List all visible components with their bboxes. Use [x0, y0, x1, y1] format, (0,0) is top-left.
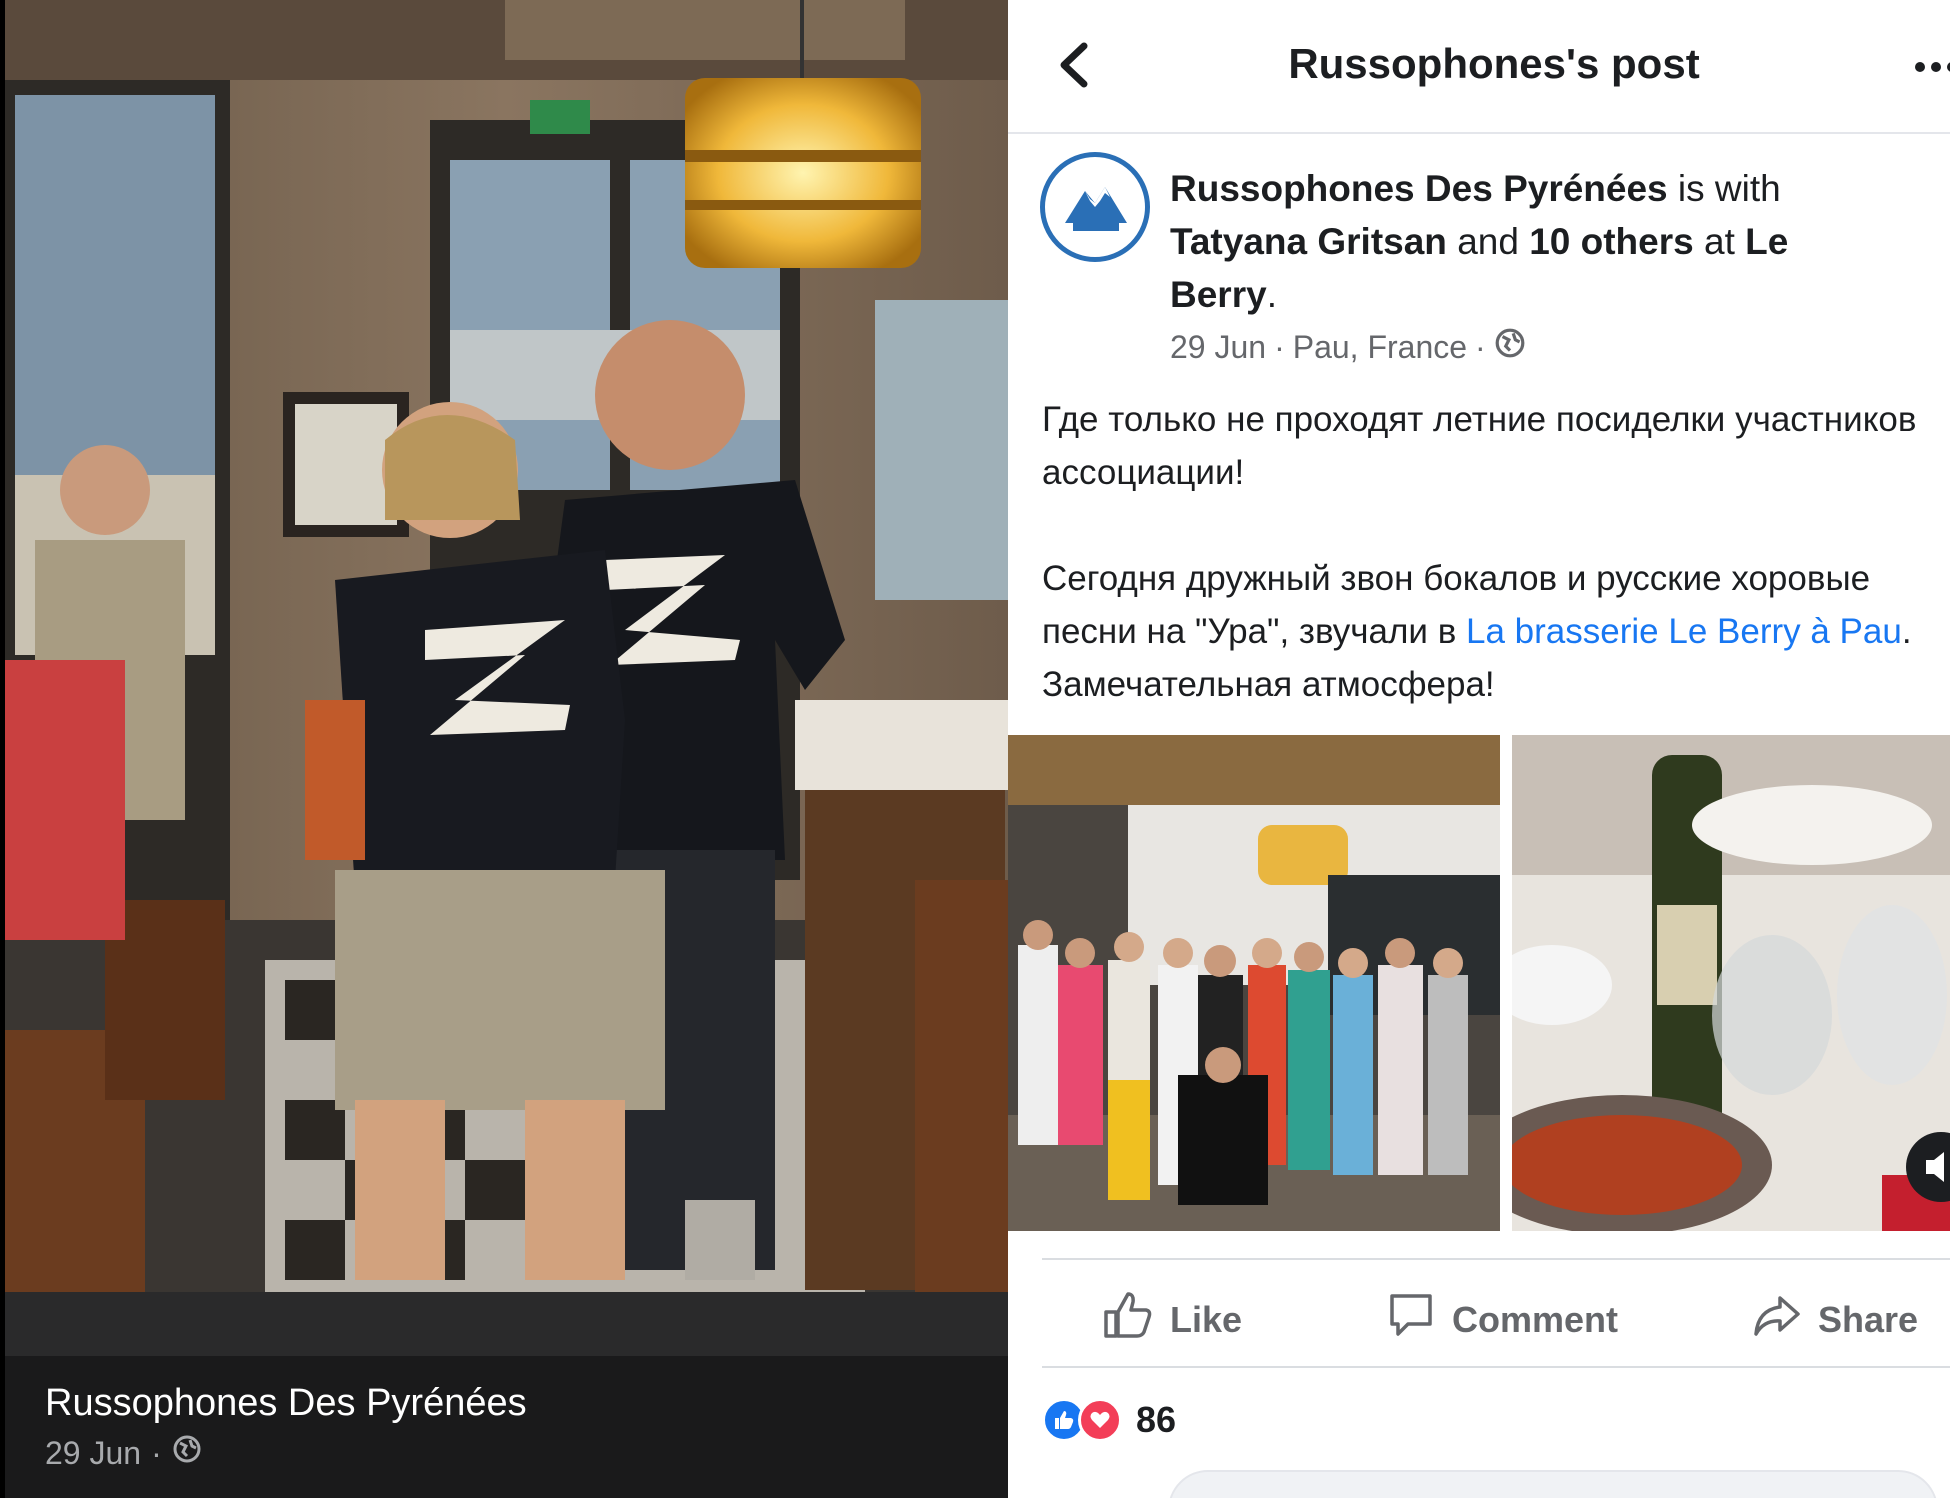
love-reaction-icon: [1078, 1398, 1122, 1442]
is-with-text: is with: [1677, 168, 1781, 209]
page-avatar[interactable]: [1040, 152, 1150, 262]
post-paragraph-1: Где только не проходят летние посиделки …: [1042, 400, 1917, 492]
reaction-count: 86: [1136, 1399, 1177, 1440]
photo-meta: 29 Jun ·: [45, 1434, 202, 1472]
meta-dot-2: ·: [1475, 328, 1486, 365]
restaurant-photo: [5, 0, 1008, 1292]
photo-date[interactable]: 29 Jun: [45, 1435, 141, 1472]
share-label: Share: [1818, 1298, 1919, 1340]
meta-separator: ·: [151, 1434, 162, 1471]
restaurant-link[interactable]: La brasserie Le Berry à Pau: [1466, 612, 1902, 651]
others-link[interactable]: 10 others: [1529, 221, 1694, 262]
comment-icon: [1386, 1290, 1436, 1349]
page-name-link[interactable]: Russophones Des Pyrénées: [1170, 168, 1668, 209]
action-bar: Like Comment Share: [1008, 1262, 1950, 1366]
and-text: and: [1457, 221, 1519, 262]
at-text: at: [1704, 221, 1735, 262]
more-icon[interactable]: [1914, 60, 1950, 78]
globe-icon: [172, 1434, 202, 1472]
like-label: Like: [1170, 1298, 1243, 1340]
share-button[interactable]: Share: [1752, 1290, 1918, 1349]
post-date[interactable]: 29 Jun: [1170, 329, 1266, 366]
share-icon: [1752, 1290, 1802, 1349]
caption-bar: [5, 1292, 1008, 1356]
thumbs-up-icon: [1102, 1290, 1154, 1349]
post-header: Russophones Des Pyrénées is with Tatyana…: [1170, 162, 1890, 321]
sound-icon[interactable]: [1906, 1132, 1950, 1202]
post-body: Где только не проходят летние посиделки …: [1042, 393, 1942, 711]
reactions-summary[interactable]: 86: [1042, 1398, 1176, 1442]
post-meta: 29 Jun · Pau, France ·: [1170, 327, 1526, 367]
post-view: Russophones's post Russophones Des Pyrén…: [1008, 0, 1950, 1498]
comment-button[interactable]: Comment: [1386, 1290, 1618, 1349]
divider: [1042, 1258, 1950, 1260]
photo-footer: [5, 1356, 1008, 1498]
comment-label: Comment: [1452, 1298, 1619, 1340]
table-photo: [1512, 735, 1950, 1231]
group-photo: [1008, 735, 1500, 1231]
divider: [1042, 1366, 1950, 1368]
post-paragraph-2: Сегодня дружный звон бокалов и русские х…: [1042, 552, 1942, 711]
tagged-person-link[interactable]: Tatyana Gritsan: [1170, 221, 1447, 262]
meta-dot: ·: [1274, 328, 1285, 365]
globe-icon: [1494, 327, 1526, 367]
top-bar: Russophones's post: [1008, 0, 1950, 134]
page-title: Russophones's post: [1288, 40, 1700, 87]
post-photo-group[interactable]: [1008, 735, 1500, 1231]
photo-author[interactable]: Russophones Des Pyrénées: [45, 1382, 527, 1425]
post-location[interactable]: Pau, France: [1293, 329, 1467, 366]
period-text: .: [1266, 274, 1277, 315]
comment-input[interactable]: [1168, 1470, 1938, 1498]
post-photo-table[interactable]: [1512, 735, 1950, 1231]
main-photo[interactable]: [5, 0, 1008, 1292]
photo-viewer: Russophones Des Pyrénées 29 Jun ·: [0, 0, 1008, 1498]
like-button[interactable]: Like: [1102, 1290, 1242, 1349]
